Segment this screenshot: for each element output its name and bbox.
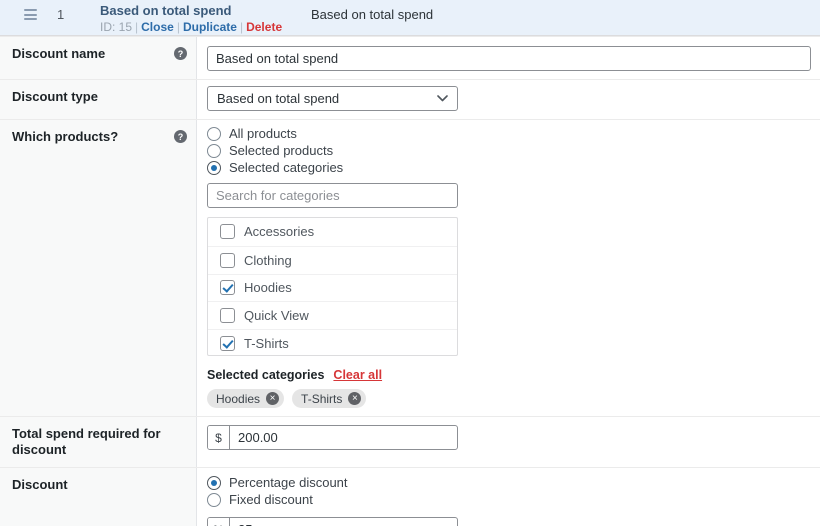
total-spend-input-group: $ [207, 425, 458, 450]
rule-title-link[interactable]: Based on total spend [100, 4, 282, 18]
radio-icon[interactable] [207, 476, 221, 490]
category-item-hoodies[interactable]: Hoodies [208, 274, 457, 302]
row-total-spend: Total spend required for discount $ [0, 416, 820, 467]
discount-amount-input-group: % [207, 517, 458, 526]
row-discount-type: Discount type Based on total spend [0, 79, 820, 119]
row-discount: Discount Percentage discount Fixed disco… [0, 467, 820, 526]
category-item-accessories[interactable]: Accessories [208, 218, 457, 246]
discount-type-selected-value: Based on total spend [217, 91, 339, 106]
help-icon[interactable]: ? [174, 47, 187, 60]
discount-label: Discount [12, 477, 68, 492]
radio-icon[interactable] [207, 127, 221, 141]
radio-selected-categories[interactable]: Selected categories [207, 159, 811, 176]
selected-categories-line: Selected categories Clear all [207, 368, 811, 382]
checkbox-icon[interactable] [220, 336, 235, 351]
radio-icon[interactable] [207, 161, 221, 175]
discount-name-label: Discount name [12, 46, 105, 61]
tag-t-shirts: T-Shirts × [292, 389, 366, 408]
clear-all-link[interactable]: Clear all [333, 368, 382, 382]
selected-categories-label: Selected categories [207, 368, 324, 382]
tag-hoodies: Hoodies × [207, 389, 284, 408]
remove-tag-icon[interactable]: × [348, 392, 361, 405]
selected-category-tags: Hoodies × T-Shirts × [207, 389, 811, 408]
checkbox-icon[interactable] [220, 253, 235, 268]
drag-handle-icon[interactable] [24, 9, 37, 20]
rule-order-number: 1 [57, 7, 64, 22]
rule-header-main: Based on total spend ID: 15|Close|Duplic… [100, 4, 282, 34]
radio-percentage-discount[interactable]: Percentage discount [207, 474, 811, 491]
currency-prefix: $ [208, 426, 230, 449]
category-item-t-shirts[interactable]: T-Shirts [208, 329, 457, 356]
radio-fixed-discount[interactable]: Fixed discount [207, 491, 811, 508]
radio-all-products[interactable]: All products [207, 125, 811, 142]
category-search-input[interactable] [207, 183, 458, 208]
discount-type-label: Discount type [12, 89, 98, 104]
category-item-clothing[interactable]: Clothing [208, 246, 457, 274]
percent-prefix: % [208, 518, 230, 526]
checkbox-icon[interactable] [220, 224, 235, 239]
rule-id: ID: 15 [100, 20, 132, 34]
close-link[interactable]: Close [141, 20, 174, 34]
rule-header: 1 Based on total spend ID: 15|Close|Dupl… [0, 0, 820, 36]
checkbox-icon[interactable] [220, 308, 235, 323]
radio-icon[interactable] [207, 493, 221, 507]
chevron-down-icon [437, 95, 448, 102]
radio-icon[interactable] [207, 144, 221, 158]
checkbox-icon[interactable] [220, 280, 235, 295]
total-spend-label: Total spend required for discount [12, 426, 161, 457]
remove-tag-icon[interactable]: × [266, 392, 279, 405]
total-spend-input[interactable] [230, 426, 457, 449]
rule-type-text: Based on total spend [311, 7, 433, 22]
row-which-products: Which products? ? All products Selected … [0, 119, 820, 416]
category-item-quick-view[interactable]: Quick View [208, 301, 457, 329]
delete-link[interactable]: Delete [246, 20, 282, 34]
rule-actions: ID: 15|Close|Duplicate|Delete [100, 20, 282, 34]
duplicate-link[interactable]: Duplicate [183, 20, 237, 34]
discount-rule-editor: 1 Based on total spend ID: 15|Close|Dupl… [0, 0, 820, 526]
discount-type-select[interactable]: Based on total spend [207, 86, 458, 111]
row-discount-name: Discount name ? [0, 36, 820, 79]
discount-name-input[interactable] [207, 46, 811, 71]
radio-selected-products[interactable]: Selected products [207, 142, 811, 159]
which-products-label: Which products? [12, 129, 118, 144]
discount-amount-input[interactable] [230, 518, 457, 526]
help-icon[interactable]: ? [174, 130, 187, 143]
category-list: Accessories Clothing Hoodies Quick View … [207, 217, 458, 356]
